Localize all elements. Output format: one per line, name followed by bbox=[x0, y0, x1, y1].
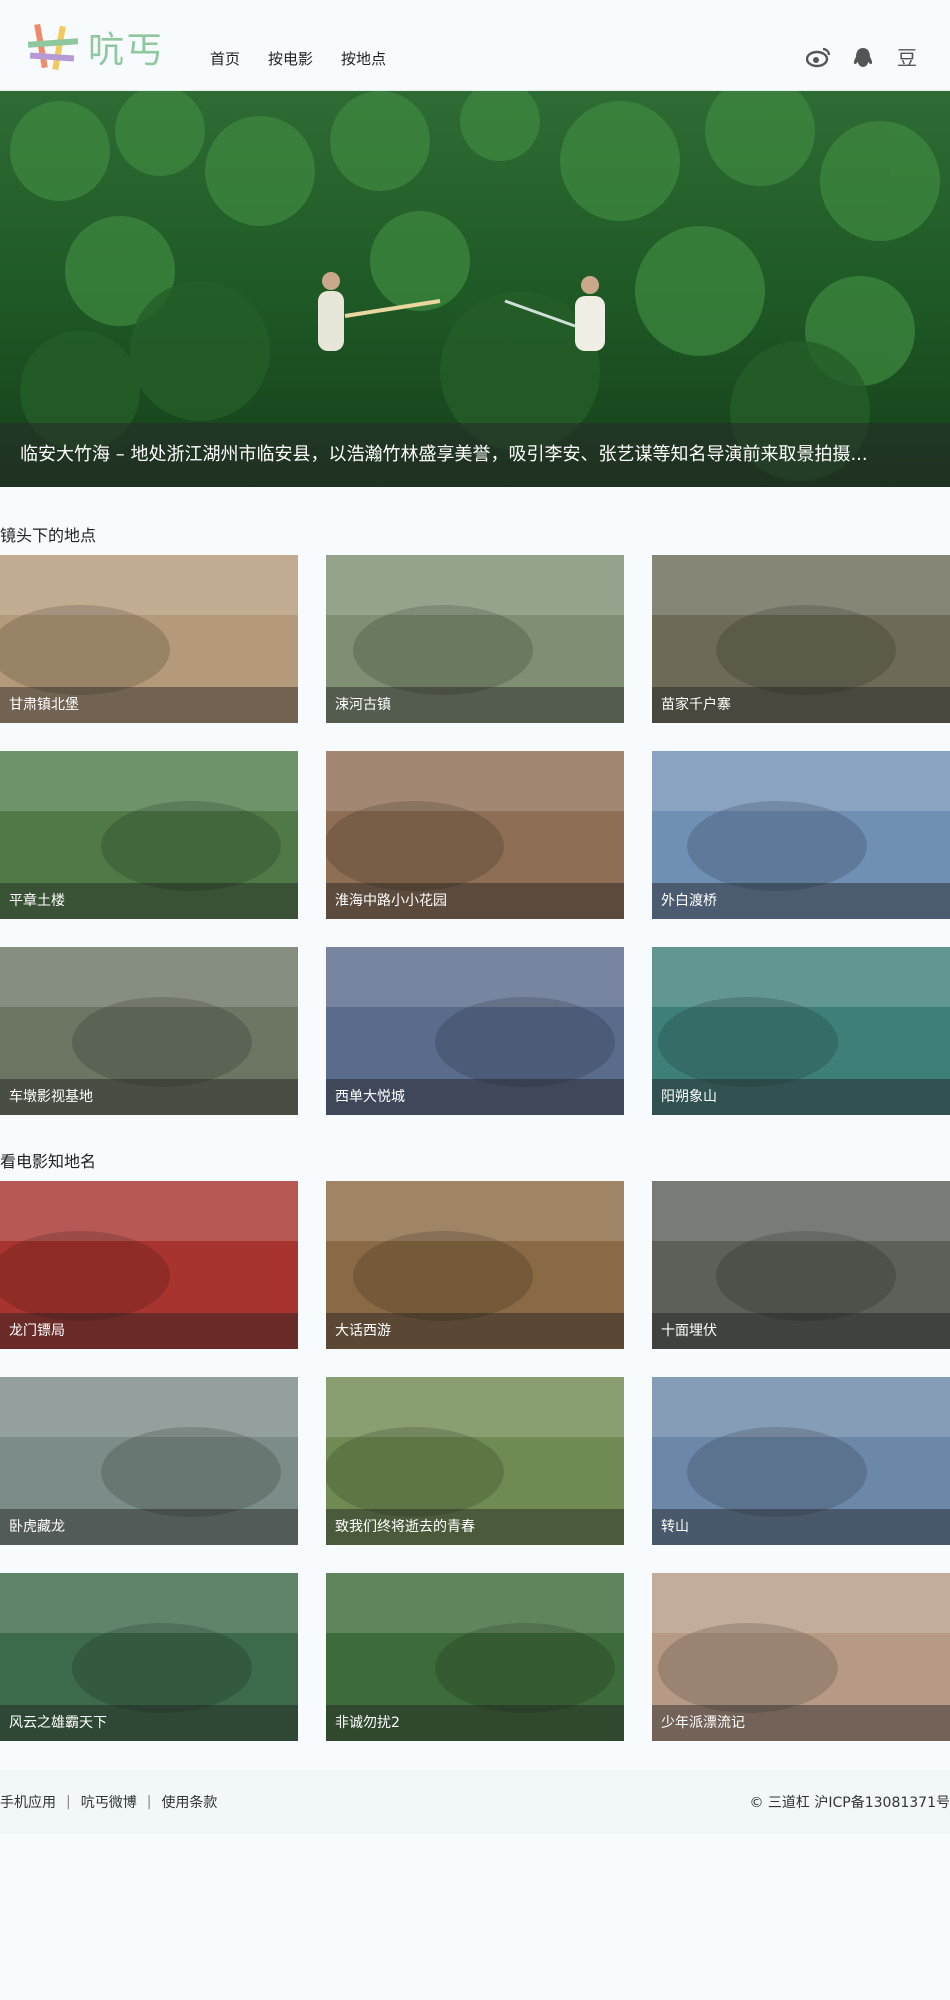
footer-link-terms[interactable]: 使用条款 bbox=[161, 1792, 217, 1812]
hero-banner[interactable]: 临安大竹海 – 地处浙江湖州市临安县，以浩瀚竹林盛享美誉，吸引李安、张艺谋等知名… bbox=[0, 91, 950, 487]
nav-by-movie[interactable]: 按电影 bbox=[268, 48, 313, 69]
location-card-label: 淮海中路小小花园 bbox=[326, 883, 624, 919]
location-card-label: 车墩影视基地 bbox=[0, 1079, 298, 1115]
location-card[interactable]: 西单大悦城 bbox=[326, 947, 624, 1115]
film-card[interactable]: 致我们终将逝去的青春 bbox=[326, 1377, 624, 1545]
location-card-label: 苗家千户寨 bbox=[652, 687, 950, 723]
footer-separator: | bbox=[146, 1794, 152, 1810]
location-card[interactable]: 车墩影视基地 bbox=[0, 947, 298, 1115]
film-card-label: 致我们终将逝去的青春 bbox=[326, 1509, 624, 1545]
footer-separator: | bbox=[66, 1794, 71, 1810]
location-card[interactable]: 淮海中路小小花园 bbox=[326, 751, 624, 919]
location-card[interactable]: 涑河古镇 bbox=[326, 555, 624, 723]
film-card[interactable]: 少年派漂流记 bbox=[652, 1573, 950, 1741]
film-card[interactable]: 十面埋伏 bbox=[652, 1181, 950, 1349]
footer-link-mobile-app[interactable]: 手机应用 bbox=[0, 1792, 56, 1812]
copyright-text: © 三道杠 沪ICP备13081371号 bbox=[749, 1795, 950, 1811]
hero-caption: 临安大竹海 – 地处浙江湖州市临安县，以浩瀚竹林盛享美誉，吸引李安、张艺谋等知名… bbox=[0, 423, 950, 487]
films-section-title: 看电影知地名 bbox=[0, 1152, 97, 1171]
location-card-label: 涑河古镇 bbox=[326, 687, 624, 723]
footer-link-weibo[interactable]: 吭丐微博 bbox=[81, 1792, 137, 1812]
location-card-label: 外白渡桥 bbox=[652, 883, 950, 919]
site-logo[interactable]: 吭丐 bbox=[24, 18, 174, 76]
weibo-icon[interactable] bbox=[805, 46, 832, 70]
qq-icon[interactable] bbox=[850, 46, 876, 70]
film-card[interactable]: 转山 bbox=[652, 1377, 950, 1545]
douban-icon[interactable]: 豆 bbox=[894, 46, 920, 70]
nav-by-location[interactable]: 按地点 bbox=[341, 48, 386, 69]
film-card-label: 十面埋伏 bbox=[652, 1313, 950, 1349]
logo-mark-icon bbox=[27, 23, 79, 71]
site-footer: 手机应用 | 吭丐微博 | 使用条款 © 三道杠 沪ICP备13081371号 bbox=[0, 1770, 950, 1834]
location-card[interactable]: 苗家千户寨 bbox=[652, 555, 950, 723]
site-header: 吭丐 首页 按电影 按地点 豆 bbox=[0, 0, 950, 91]
film-card-label: 风云之雄霸天下 bbox=[0, 1705, 298, 1741]
location-card-label: 甘肃镇北堡 bbox=[0, 687, 298, 723]
film-card[interactable]: 风云之雄霸天下 bbox=[0, 1573, 298, 1741]
logo-text: 吭丐 bbox=[88, 30, 165, 71]
location-card[interactable]: 阳朔象山 bbox=[652, 947, 950, 1115]
location-card[interactable]: 外白渡桥 bbox=[652, 751, 950, 919]
locations-section-title: 镜头下的地点 bbox=[0, 526, 97, 545]
location-card[interactable]: 平章土楼 bbox=[0, 751, 298, 919]
main-nav: 首页 按电影 按地点 bbox=[210, 48, 386, 69]
footer-links: 手机应用 | 吭丐微博 | 使用条款 bbox=[0, 1792, 217, 1812]
film-card-label: 转山 bbox=[652, 1509, 950, 1545]
film-card[interactable]: 非诚勿扰2 bbox=[326, 1573, 624, 1741]
location-card-label: 阳朔象山 bbox=[652, 1079, 950, 1115]
film-card[interactable]: 卧虎藏龙 bbox=[0, 1377, 298, 1545]
social-links: 豆 bbox=[805, 46, 920, 70]
location-card-label: 西单大悦城 bbox=[326, 1079, 624, 1115]
location-card-label: 平章土楼 bbox=[0, 883, 298, 919]
film-card-label: 非诚勿扰2 bbox=[326, 1705, 624, 1741]
film-card[interactable]: 龙门镖局 bbox=[0, 1181, 298, 1349]
film-card-label: 大话西游 bbox=[326, 1313, 624, 1349]
film-card-label: 卧虎藏龙 bbox=[0, 1509, 298, 1545]
film-card-label: 龙门镖局 bbox=[0, 1313, 298, 1349]
location-card[interactable]: 甘肃镇北堡 bbox=[0, 555, 298, 723]
nav-home[interactable]: 首页 bbox=[210, 48, 240, 69]
film-card[interactable]: 大话西游 bbox=[326, 1181, 624, 1349]
film-card-label: 少年派漂流记 bbox=[652, 1705, 950, 1741]
